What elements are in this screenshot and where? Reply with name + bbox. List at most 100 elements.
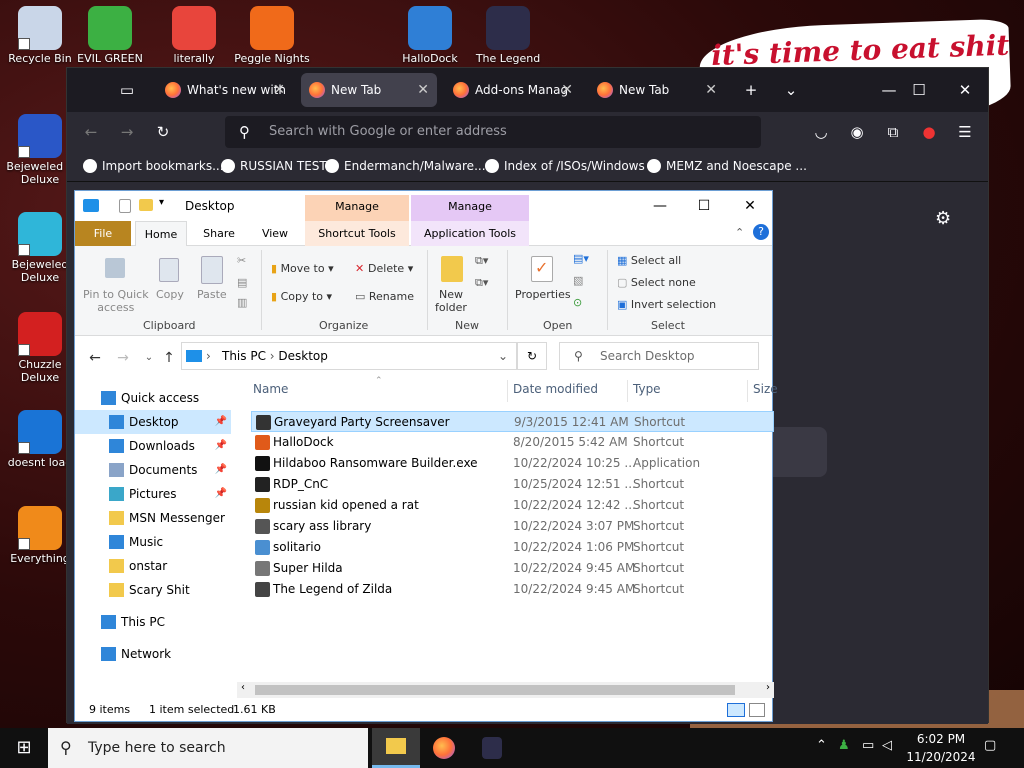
copy-button[interactable]: Copy <box>156 288 184 301</box>
file-row[interactable]: solitario 10/22/2024 1:06 PM Shortcut <box>251 537 774 558</box>
browser-tab[interactable]: New Tab ✕ <box>589 73 725 107</box>
col-name[interactable]: Name <box>253 382 288 396</box>
minimize-button[interactable]: — <box>875 76 903 104</box>
select-all-button[interactable]: ▦ Select all <box>617 254 681 267</box>
properties-qa-icon[interactable] <box>119 199 131 213</box>
ribbon-tab[interactable]: Share <box>193 221 245 246</box>
taskbar-firefox[interactable] <box>420 728 468 768</box>
horizontal-scrollbar[interactable]: ‹ › <box>237 682 774 698</box>
large-icons-view-icon[interactable] <box>749 703 765 717</box>
file-row[interactable]: HalloDock 8/20/2015 5:42 AM Shortcut <box>251 432 774 453</box>
ribbon-tab[interactable]: Application Tools <box>411 221 529 246</box>
details-view-icon[interactable] <box>727 703 745 717</box>
clock[interactable]: 6:02 PM 11/20/2024 <box>904 730 978 766</box>
desktop-icon[interactable]: EVIL GREEN <box>72 0 148 65</box>
nav-item[interactable]: Pictures 📌 <box>75 482 231 506</box>
address-bar[interactable]: › This PC › Desktop ⌄ <box>181 342 517 370</box>
desktop-icon[interactable]: The Legend <box>470 0 546 65</box>
explorer-maximize-button[interactable]: ☐ <box>681 191 727 221</box>
file-row[interactable]: RDP_CnC 10/25/2024 12:51 ... Shortcut <box>251 474 774 495</box>
nav-item[interactable]: MSN Messenger <box>75 506 231 530</box>
edit-icon[interactable]: ▧ <box>573 274 583 287</box>
history-icon[interactable]: ⊙ <box>573 296 582 309</box>
ribbon-tab[interactable]: Home <box>135 221 187 246</box>
tab-close-icon[interactable]: ✕ <box>417 73 429 107</box>
breadcrumb-desktop[interactable]: Desktop <box>278 349 328 363</box>
col-size[interactable]: Size <box>753 382 778 396</box>
qa-dropdown-icon[interactable]: ▾ <box>159 197 164 208</box>
invert-selection-button[interactable]: ▣ Invert selection <box>617 298 716 311</box>
tab-close-icon[interactable]: ✕ <box>705 73 717 107</box>
scroll-thumb[interactable] <box>255 685 735 695</box>
nav-item[interactable]: Downloads 📌 <box>75 434 231 458</box>
new-tab-button[interactable]: + <box>737 76 765 104</box>
address-dropdown-icon[interactable]: ⌄ <box>498 343 508 369</box>
up-arrow-icon[interactable]: ↑ <box>155 344 183 372</box>
properties-button[interactable]: Properties <box>515 288 571 301</box>
forward-button[interactable]: → <box>113 118 141 146</box>
notifications-icon[interactable]: ▢ <box>984 738 996 753</box>
explorer-minimize-button[interactable]: — <box>637 191 683 221</box>
browser-tab[interactable]: Add-ons Manag ✕ <box>445 73 581 107</box>
menu-icon[interactable]: ☰ <box>951 118 979 146</box>
select-none-button[interactable]: ▢ Select none <box>617 276 696 289</box>
desktop-icon[interactable]: Peggle Nights <box>234 0 310 65</box>
open-icon[interactable]: ▤▾ <box>573 252 589 265</box>
tab-close-icon[interactable]: ✕ <box>561 73 573 107</box>
paste-button[interactable]: Paste <box>197 288 227 301</box>
maximize-button[interactable]: ☐ <box>905 76 933 104</box>
new-folder-qa-icon[interactable] <box>139 199 153 211</box>
url-bar[interactable]: ⚲ Search with Google or enter address <box>225 116 761 148</box>
tray-overflow-icon[interactable]: ⌃ <box>816 738 827 753</box>
reload-button[interactable]: ↻ <box>149 118 177 146</box>
file-row[interactable]: Hildaboo Ransomware Builder.exe 10/22/202… <box>251 453 774 474</box>
nav-item[interactable]: Scary Shit <box>75 578 231 602</box>
close-button[interactable]: ✕ <box>951 76 979 104</box>
col-date-modified[interactable]: Date modified <box>513 382 598 396</box>
file-row[interactable]: russian kid opened a rat 10/22/2024 12:42… <box>251 495 774 516</box>
nav-item[interactable]: Network <box>75 642 231 666</box>
forward-arrow-icon[interactable]: → <box>109 344 137 372</box>
breadcrumb-this-pc[interactable]: This PC <box>222 349 266 363</box>
file-row[interactable]: The Legend of Zilda 10/22/2024 9:45 AM Sho… <box>251 579 774 600</box>
nav-item[interactable]: Desktop 📌 <box>75 410 231 434</box>
nav-item[interactable]: Music <box>75 530 231 554</box>
customize-gear-icon[interactable]: ⚙ <box>935 208 951 229</box>
extensions-icon[interactable]: ⧉ <box>879 118 907 146</box>
bookmark-item[interactable]: Import bookmarks... <box>83 159 224 173</box>
rename-button[interactable]: ▭ Rename <box>355 290 414 303</box>
tab-close-icon[interactable]: ✕ <box>273 73 285 107</box>
back-button[interactable]: ← <box>77 118 105 146</box>
nav-item[interactable]: Documents 📌 <box>75 458 231 482</box>
help-icon[interactable]: ? <box>753 224 769 240</box>
pin-button[interactable]: Pin to Quick access <box>83 288 149 314</box>
browser-tab[interactable]: New Tab ✕ <box>301 73 437 107</box>
scroll-right-icon[interactable]: › <box>766 682 770 693</box>
browser-tab[interactable]: What's new with ✕ <box>157 73 293 107</box>
desktop-icon[interactable]: literally <box>156 0 232 65</box>
taskbar-file-explorer[interactable] <box>372 728 420 768</box>
ribbon-tab[interactable]: File <box>75 221 131 246</box>
start-windows-icon[interactable]: ⊞ <box>10 734 38 762</box>
delete-button[interactable]: ✕ Delete ▾ <box>355 262 413 275</box>
new-folder-button[interactable]: New folder <box>435 288 467 314</box>
easy-access-icon[interactable]: ⧉▾ <box>475 276 488 290</box>
ribbon-tab[interactable]: Shortcut Tools <box>305 221 409 246</box>
scroll-left-icon[interactable]: ‹ <box>241 682 245 693</box>
move-to-button[interactable]: ▮ Move to ▾ <box>271 262 334 275</box>
file-row[interactable]: Graveyard Party Screensaver 9/3/2015 12:4… <box>251 411 774 432</box>
ribbon-tab[interactable]: View <box>249 221 301 246</box>
firefox-view-icon[interactable]: ▭ <box>113 76 141 104</box>
desktop-icon[interactable]: Recycle Bin <box>2 0 78 65</box>
new-item-icon[interactable]: ⧉▾ <box>475 254 488 268</box>
ublock-icon[interactable]: ● <box>915 118 943 146</box>
desktop-icon[interactable]: HalloDock <box>392 0 468 65</box>
network-icon[interactable]: ▭ <box>862 738 874 753</box>
search-desktop-input[interactable]: ⚲ Search Desktop <box>559 342 759 370</box>
paste-shortcut-icon[interactable]: ▥ <box>237 296 247 309</box>
bookmark-item[interactable]: Endermanch/Malware... <box>325 159 486 173</box>
explorer-close-button[interactable]: ✕ <box>727 191 773 221</box>
bookmark-item[interactable]: Index of /ISOs/Windows <box>485 159 645 173</box>
nav-item[interactable]: This PC <box>75 610 231 634</box>
cut-icon[interactable]: ✂ <box>237 254 246 267</box>
